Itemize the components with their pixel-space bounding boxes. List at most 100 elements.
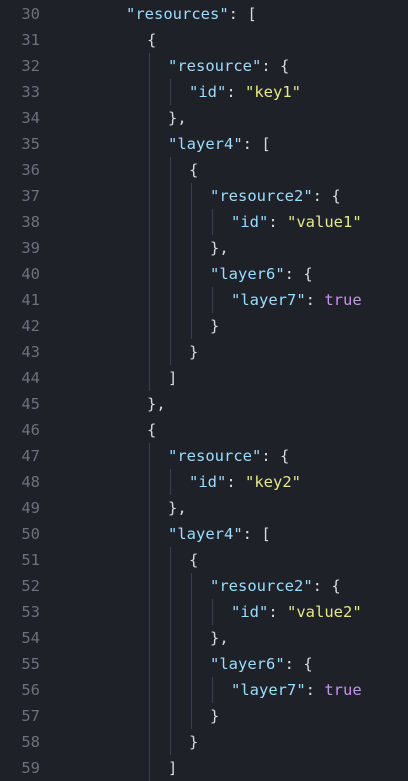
code-token: } bbox=[189, 733, 199, 751]
code-token: "layer6" bbox=[210, 265, 285, 283]
code-content[interactable]: { bbox=[189, 547, 198, 573]
code-token: : { bbox=[284, 655, 313, 673]
code-line[interactable]: 50 "layer4": [ bbox=[0, 521, 408, 547]
code-token: "id" bbox=[231, 603, 269, 621]
indent-guide bbox=[149, 339, 150, 365]
code-editor[interactable]: 30 "resources": [31{32 "resource": {33 "id"… bbox=[0, 0, 408, 781]
code-content[interactable]: "layer4": [ bbox=[168, 131, 271, 157]
indent-guide bbox=[191, 235, 192, 261]
indent-guide bbox=[149, 183, 150, 209]
code-content[interactable]: { bbox=[189, 157, 198, 183]
line-number: 30 bbox=[21, 5, 40, 23]
code-token: }, bbox=[168, 109, 187, 127]
code-content[interactable]: } bbox=[210, 313, 219, 339]
code-content[interactable]: "layer4": [ bbox=[168, 521, 271, 547]
code-content[interactable]: } bbox=[189, 339, 198, 365]
code-content[interactable]: } bbox=[210, 703, 219, 729]
code-line[interactable]: 43} bbox=[0, 339, 408, 365]
line-number: 52 bbox=[21, 577, 40, 595]
code-line[interactable]: 31 { bbox=[0, 27, 408, 53]
code-line[interactable]: 32 "resource": { bbox=[0, 53, 408, 79]
code-token: : bbox=[305, 681, 325, 699]
code-content[interactable]: ] bbox=[168, 755, 177, 781]
code-token: { bbox=[189, 551, 199, 569]
code-token: } bbox=[189, 343, 199, 361]
code-content[interactable]: "id": "value1" bbox=[231, 209, 362, 235]
code-token: "layer4" bbox=[168, 135, 243, 153]
code-line[interactable]: 40 "layer6": { bbox=[0, 261, 408, 287]
code-content[interactable]: }, bbox=[168, 495, 187, 521]
code-line[interactable]: 36 { bbox=[0, 157, 408, 183]
code-line[interactable]: 41 "layer7": true bbox=[0, 287, 408, 313]
code-line[interactable]: 42} bbox=[0, 313, 408, 339]
code-line[interactable]: 39}, bbox=[0, 235, 408, 261]
code-line[interactable]: 34}, bbox=[0, 105, 408, 131]
line-number: 41 bbox=[21, 291, 40, 309]
indent-guide bbox=[170, 157, 171, 183]
indent-guide bbox=[191, 599, 192, 625]
code-token: : bbox=[305, 291, 325, 309]
code-content[interactable]: }, bbox=[210, 625, 229, 651]
code-line[interactable]: 48 "id": "key2" bbox=[0, 469, 408, 495]
indent-guide bbox=[149, 729, 150, 755]
code-content[interactable]: { bbox=[147, 417, 156, 443]
code-line[interactable]: 30 "resources": [ bbox=[0, 1, 408, 27]
code-token: : { bbox=[312, 187, 341, 205]
code-content[interactable]: "resource": { bbox=[168, 443, 289, 469]
line-number: 55 bbox=[21, 655, 40, 673]
code-line[interactable]: 45}, bbox=[0, 391, 408, 417]
indent-guide bbox=[149, 79, 150, 105]
code-line[interactable]: 49}, bbox=[0, 495, 408, 521]
code-line[interactable]: 58} bbox=[0, 729, 408, 755]
code-line[interactable]: 55 "layer6": { bbox=[0, 651, 408, 677]
line-number: 35 bbox=[21, 135, 40, 153]
code-content[interactable]: "resource2": { bbox=[210, 183, 341, 209]
code-content[interactable]: }, bbox=[168, 105, 187, 131]
code-token: : { bbox=[261, 447, 290, 465]
code-content[interactable]: "layer6": { bbox=[210, 651, 313, 677]
indent-guide bbox=[191, 677, 192, 703]
code-token: : [ bbox=[242, 135, 271, 153]
indent-guide bbox=[170, 79, 171, 105]
code-content[interactable]: }, bbox=[210, 235, 229, 261]
line-number: 53 bbox=[21, 603, 40, 621]
indent-guide bbox=[149, 131, 150, 157]
code-line[interactable]: 54}, bbox=[0, 625, 408, 651]
code-content[interactable]: }, bbox=[147, 391, 166, 417]
code-line[interactable]: 46 { bbox=[0, 417, 408, 443]
code-content[interactable]: "layer7": true bbox=[231, 287, 362, 313]
code-content[interactable]: "resource2": { bbox=[210, 573, 341, 599]
code-line[interactable]: 53 "id": "value2" bbox=[0, 599, 408, 625]
code-line[interactable]: 52 "resource2": { bbox=[0, 573, 408, 599]
code-content[interactable]: "layer6": { bbox=[210, 261, 313, 287]
code-line[interactable]: 51 { bbox=[0, 547, 408, 573]
indent-guide bbox=[149, 235, 150, 261]
line-number: 45 bbox=[21, 395, 40, 413]
line-number: 59 bbox=[21, 759, 40, 777]
code-line[interactable]: 38 "id": "value1" bbox=[0, 209, 408, 235]
code-token: "layer4" bbox=[168, 525, 243, 543]
code-content[interactable]: "id": "key1" bbox=[189, 79, 301, 105]
code-content[interactable]: "resource": { bbox=[168, 53, 289, 79]
code-line[interactable]: 44] bbox=[0, 365, 408, 391]
code-line[interactable]: 56 "layer7": true bbox=[0, 677, 408, 703]
code-content[interactable]: "id": "key2" bbox=[189, 469, 301, 495]
code-token: "value1" bbox=[287, 213, 362, 231]
code-line[interactable]: 59] bbox=[0, 755, 408, 781]
indent-guide bbox=[170, 261, 171, 287]
code-line[interactable]: 37 "resource2": { bbox=[0, 183, 408, 209]
code-token: : [ bbox=[228, 5, 257, 23]
code-line[interactable]: 35 "layer4": [ bbox=[0, 131, 408, 157]
code-content[interactable]: "id": "value2" bbox=[231, 599, 362, 625]
indent-guide bbox=[191, 183, 192, 209]
code-content[interactable]: ] bbox=[168, 365, 177, 391]
code-content[interactable]: "resources": [ bbox=[126, 1, 257, 27]
indent-guide bbox=[170, 703, 171, 729]
code-content[interactable]: { bbox=[147, 27, 156, 53]
code-line[interactable]: 47 "resource": { bbox=[0, 443, 408, 469]
code-content[interactable]: "layer7": true bbox=[231, 677, 362, 703]
code-line[interactable]: 33 "id": "key1" bbox=[0, 79, 408, 105]
code-content[interactable]: } bbox=[189, 729, 198, 755]
code-line[interactable]: 57} bbox=[0, 703, 408, 729]
indent-guide bbox=[170, 547, 171, 573]
